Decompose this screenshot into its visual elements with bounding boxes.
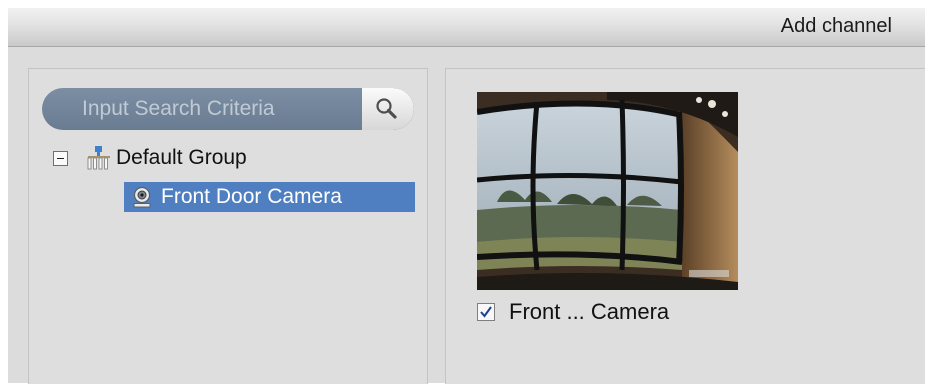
checkmark-icon [480,306,492,318]
collapse-toggle[interactable] [53,150,68,166]
thumbnail-caption: Front ... Camera [477,299,669,325]
dialog-content: Default Group Front Door Camera [8,47,925,384]
channel-label: Front Door Camera [161,185,342,208]
tree-item-front-door-camera[interactable]: Front Door Camera [124,182,415,212]
dialog-title: Add channel [780,15,892,37]
preview-panel: Front ... Camera [445,68,925,384]
group-label: Default Group [116,146,247,169]
title-bar: Add channel [8,8,925,47]
tree-item-default-group[interactable]: Default Group [53,143,247,173]
search-box [42,88,414,130]
camera-thumbnail-image [477,92,738,290]
search-input[interactable] [42,88,360,130]
device-group-icon [87,146,110,170]
magnifier-icon [376,98,397,119]
camera-thumbnail[interactable] [477,92,738,290]
camera-icon [133,186,151,208]
device-tree-panel: Default Group Front Door Camera [28,68,428,384]
thumbnail-caption-text: Front ... Camera [509,299,670,324]
search-button[interactable] [362,88,414,130]
channel-checkbox[interactable] [477,303,495,321]
